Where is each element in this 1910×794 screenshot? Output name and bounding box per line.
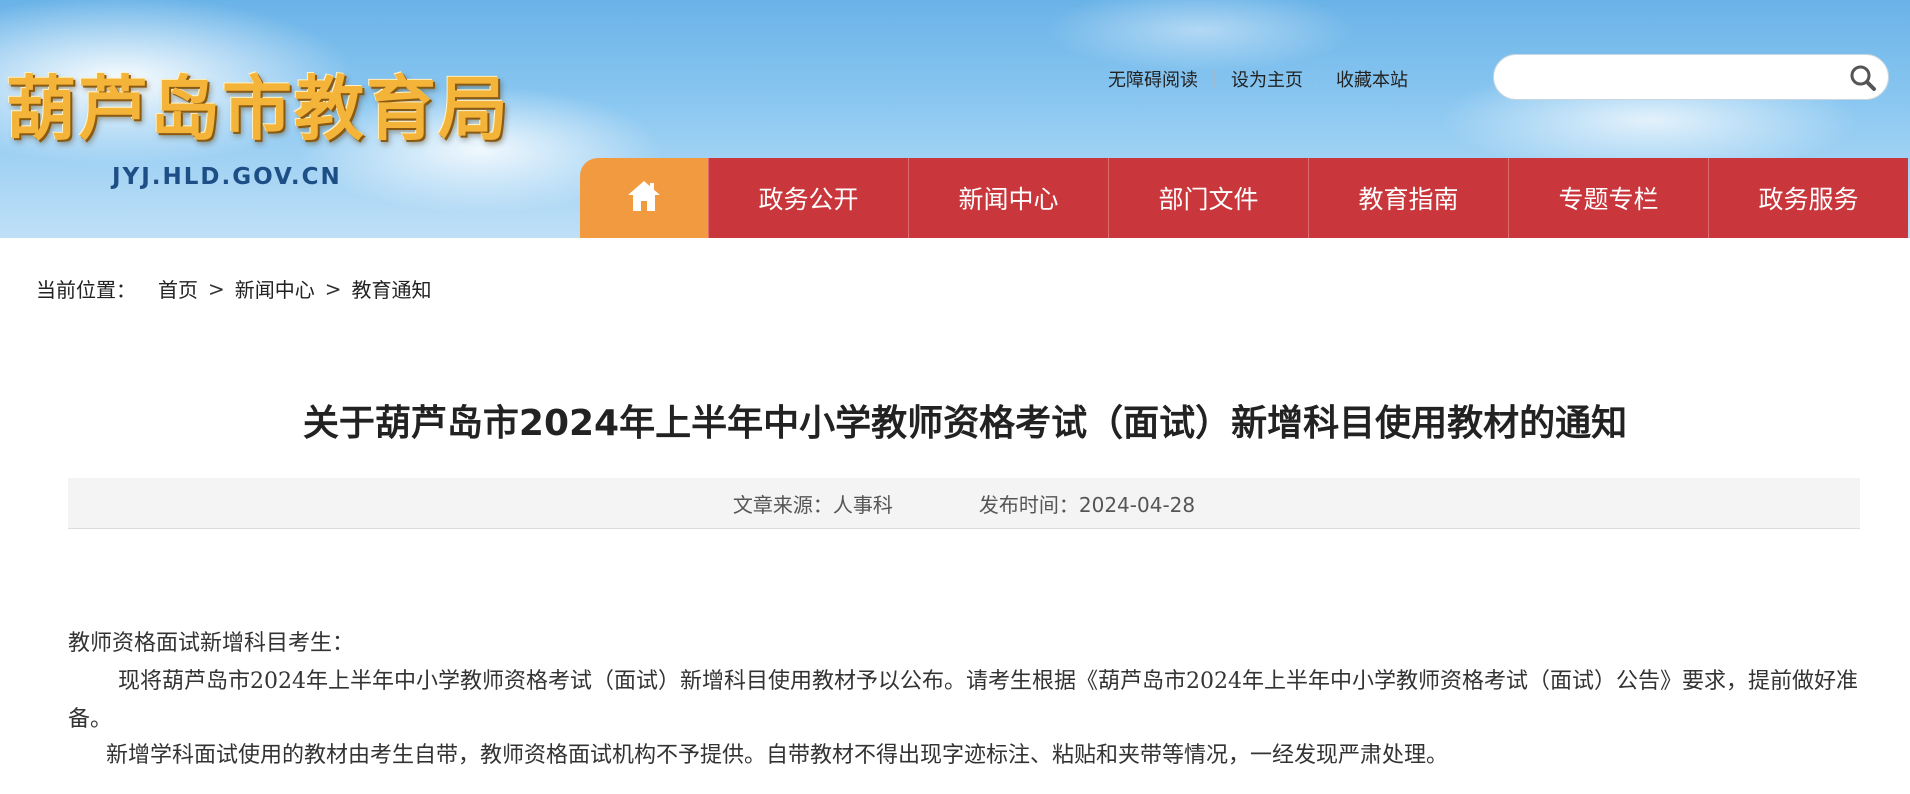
breadcrumb-separator: > (324, 276, 342, 301)
top-links: 无障碍阅读 设为主页 收藏本站 (1108, 66, 1408, 92)
nav-item-special-topics[interactable]: 专题专栏 (1508, 158, 1708, 238)
breadcrumb-home[interactable]: 首页 (158, 274, 198, 303)
nav-item-news-center[interactable]: 新闻中心 (908, 158, 1108, 238)
set-homepage-link[interactable]: 设为主页 (1231, 66, 1303, 92)
article-body: 教师资格面试新增科目考生： 现将葫芦岛市2024年上半年中小学教师资格考试（面试… (68, 625, 1868, 775)
search-box (1493, 54, 1889, 100)
breadcrumb-separator: > (208, 276, 225, 301)
breadcrumb-label: 当前位置： (36, 278, 136, 302)
breadcrumb: 当前位置： 首页 > 新闻中心 > 教育通知 (36, 274, 432, 303)
article-salutation: 教师资格面试新增科目考生： (68, 631, 355, 656)
search-icon[interactable] (1848, 63, 1878, 93)
nav-item-government-affairs[interactable]: 政务公开 (708, 158, 908, 238)
site-logo-title[interactable]: 葫芦岛市教育局 (6, 74, 510, 144)
breadcrumb-news-center[interactable]: 新闻中心 (235, 274, 315, 303)
main-nav: 政务公开 新闻中心 部门文件 教育指南 专题专栏 政务服务 (580, 158, 1910, 238)
site-header: 葫芦岛市教育局 JYJ.HLD.GOV.CN 无障碍阅读 设为主页 收藏本站 政… (0, 0, 1910, 238)
article-paragraph: 现将葫芦岛市2024年上半年中小学教师资格考试（面试）新增科目使用教材予以公布。… (68, 669, 1858, 732)
breadcrumb-education-notices[interactable]: 教育通知 (352, 274, 432, 303)
divider (1214, 70, 1215, 88)
site-logo-url: JYJ.HLD.GOV.CN (112, 164, 342, 190)
home-icon (626, 178, 662, 218)
article-paragraph: 新增学科面试使用的教材由考生自带，教师资格面试机构不予提供。自带教材不得出现字迹… (106, 743, 1449, 768)
divider (1319, 70, 1320, 88)
search-input[interactable] (1512, 61, 1836, 95)
nav-item-government-services[interactable]: 政务服务 (1708, 158, 1908, 238)
accessible-reading-link[interactable]: 无障碍阅读 (1108, 66, 1198, 92)
nav-item-education-guide[interactable]: 教育指南 (1308, 158, 1508, 238)
article-source: 文章来源：人事科 (732, 492, 893, 517)
article-title: 关于葫芦岛市2024年上半年中小学教师资格考试（面试）新增科目使用教材的通知 (302, 403, 1628, 444)
bookmark-site-link[interactable]: 收藏本站 (1336, 66, 1408, 92)
article-meta: 文章来源：人事科 发布时间：2024-04-28 (68, 478, 1860, 529)
nav-home[interactable] (580, 158, 708, 238)
article-date: 发布时间：2024-04-28 (978, 492, 1196, 517)
nav-item-department-documents[interactable]: 部门文件 (1108, 158, 1308, 238)
